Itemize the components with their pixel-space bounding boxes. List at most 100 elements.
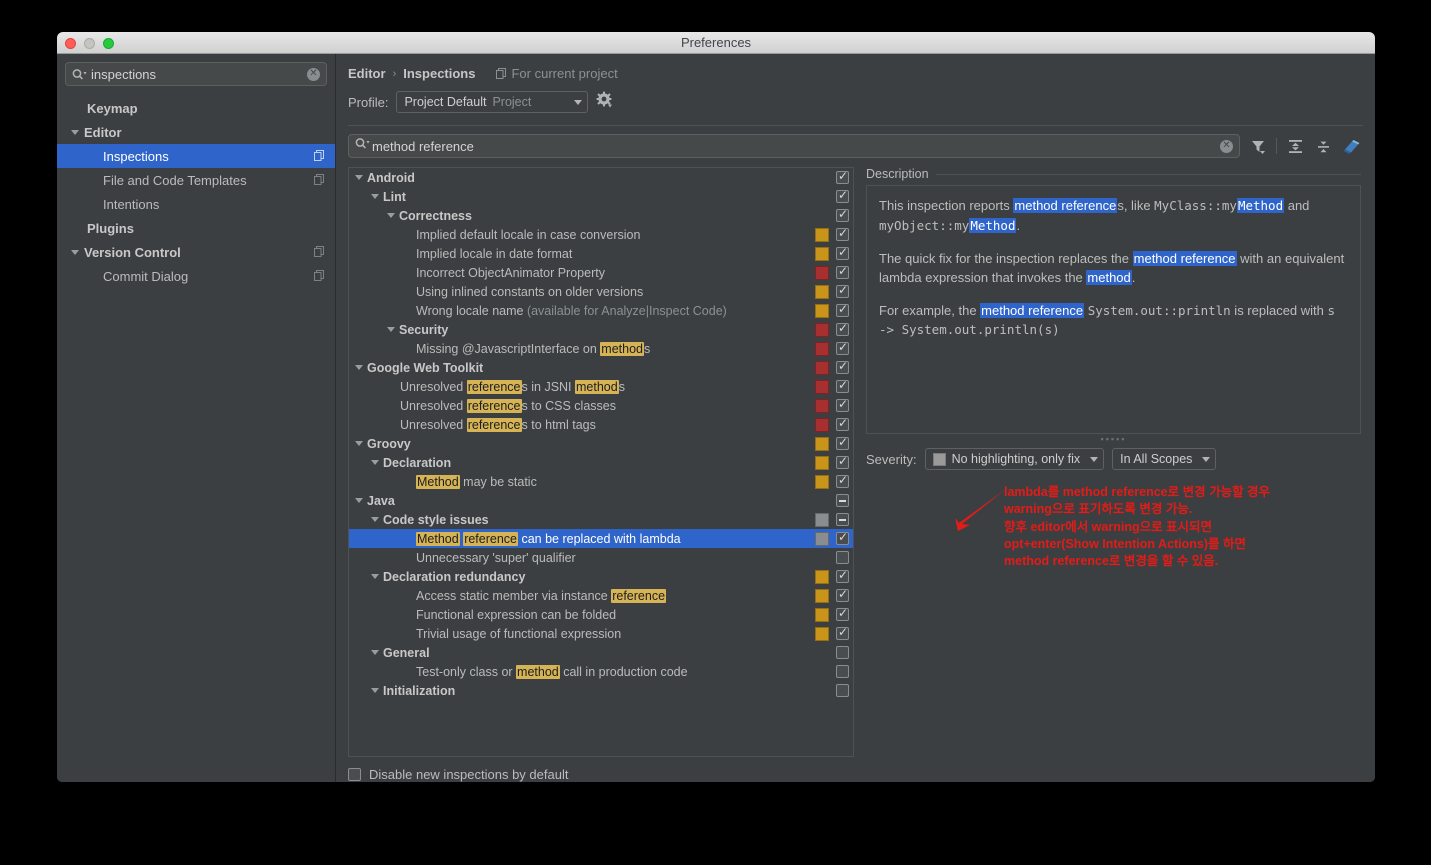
tree-row[interactable]: Functional expression can be folded xyxy=(349,605,853,624)
close-button[interactable] xyxy=(65,38,76,49)
inspection-checkbox[interactable] xyxy=(836,207,849,222)
sidebar-item-commit-dialog[interactable]: Commit Dialog xyxy=(57,264,335,288)
inspection-checkbox[interactable] xyxy=(836,568,849,583)
disable-new-inspections-row[interactable]: Disable new inspections by default xyxy=(336,757,1375,782)
inspection-checkbox[interactable] xyxy=(836,283,849,298)
tree-row[interactable]: Code style issues xyxy=(349,510,853,529)
tree-row[interactable]: Declaration xyxy=(349,453,853,472)
inspection-checkbox[interactable] xyxy=(836,340,849,355)
tree-row[interactable]: Trivial usage of functional expression xyxy=(349,624,853,643)
tree-row[interactable]: Google Web Toolkit xyxy=(349,358,853,377)
chevron-down-icon[interactable] xyxy=(71,249,79,255)
tree-row[interactable]: Method may be static xyxy=(349,472,853,491)
collapse-all-icon[interactable] xyxy=(1313,136,1333,156)
inspection-checkbox[interactable] xyxy=(836,551,849,564)
disable-new-inspections-checkbox[interactable] xyxy=(348,768,361,781)
clear-search-icon[interactable]: ✕ xyxy=(307,67,320,81)
inspection-checkbox[interactable] xyxy=(836,513,849,526)
tree-row[interactable]: Unresolved references to html tags xyxy=(349,415,853,434)
scope-select[interactable]: In All Scopes xyxy=(1112,448,1217,470)
chevron-down-icon[interactable] xyxy=(371,574,379,579)
profile-select[interactable]: Project Default Project xyxy=(396,91,589,113)
inspection-checkbox[interactable] xyxy=(836,473,849,488)
sidebar-item-keymap[interactable]: Keymap xyxy=(57,96,335,120)
inspection-checkbox[interactable] xyxy=(836,188,849,203)
chevron-down-icon[interactable] xyxy=(371,194,379,199)
gear-icon[interactable] xyxy=(596,91,613,113)
tree-row[interactable]: Security xyxy=(349,320,853,339)
chevron-down-icon[interactable] xyxy=(355,365,363,370)
tree-row[interactable]: Implied locale in date format xyxy=(349,244,853,263)
inspection-checkbox[interactable] xyxy=(836,530,849,545)
breadcrumb-parent[interactable]: Editor xyxy=(348,66,386,81)
inspection-checkbox[interactable] xyxy=(836,397,849,412)
sidebar-item-editor[interactable]: Editor xyxy=(57,120,335,144)
sidebar-item-intentions[interactable]: Intentions xyxy=(57,192,335,216)
inspection-checkbox[interactable] xyxy=(836,646,849,659)
chevron-down-icon[interactable] xyxy=(387,213,395,218)
tree-row[interactable]: Initialization xyxy=(349,681,853,700)
tree-row[interactable]: Unresolved references in JSNI methods xyxy=(349,377,853,396)
inspection-checkbox[interactable] xyxy=(836,245,849,260)
chevron-down-icon[interactable] xyxy=(371,650,379,655)
inspection-search-input[interactable] xyxy=(370,137,1220,155)
tree-row[interactable]: Java xyxy=(349,491,853,510)
inspection-search[interactable]: ✕ xyxy=(348,134,1240,158)
inspection-checkbox[interactable] xyxy=(836,435,849,450)
sidebar-search[interactable]: ✕ xyxy=(65,62,327,86)
inspection-checkbox[interactable] xyxy=(836,359,849,374)
chevron-down-icon[interactable] xyxy=(371,688,379,693)
tree-row[interactable]: Wrong locale name (available for Analyze… xyxy=(349,301,853,320)
tree-row[interactable]: Groovy xyxy=(349,434,853,453)
tree-row[interactable]: Unresolved references to CSS classes xyxy=(349,396,853,415)
inspection-checkbox[interactable] xyxy=(836,587,849,602)
severity-select[interactable]: No highlighting, only fix xyxy=(924,448,1105,470)
tree-row[interactable]: Missing @JavascriptInterface on methods xyxy=(349,339,853,358)
tree-row[interactable]: Declaration redundancy xyxy=(349,567,853,586)
maximize-button[interactable] xyxy=(103,38,114,49)
chevron-down-icon[interactable] xyxy=(355,498,363,503)
tree-row[interactable]: Implied default locale in case conversio… xyxy=(349,225,853,244)
inspection-checkbox[interactable] xyxy=(836,264,849,279)
minimize-button[interactable] xyxy=(84,38,95,49)
tree-row[interactable]: Method reference can be replaced with la… xyxy=(349,529,853,548)
sidebar-item-plugins[interactable]: Plugins xyxy=(57,216,335,240)
inspection-checkbox[interactable] xyxy=(836,606,849,621)
chevron-down-icon[interactable] xyxy=(355,175,363,180)
inspection-checkbox[interactable] xyxy=(836,321,849,336)
reset-icon[interactable] xyxy=(1341,136,1361,156)
sidebar-item-version-control[interactable]: Version Control xyxy=(57,240,335,264)
chevron-down-icon[interactable] xyxy=(371,460,379,465)
inspection-checkbox[interactable] xyxy=(836,416,849,431)
sidebar-item-inspections[interactable]: Inspections xyxy=(57,144,335,168)
inspection-checkbox[interactable] xyxy=(836,625,849,640)
inspection-checkbox[interactable] xyxy=(836,665,849,678)
chevron-down-icon[interactable] xyxy=(387,327,395,332)
sidebar-search-input[interactable] xyxy=(89,65,307,83)
tree-row[interactable]: Unnecessary 'super' qualifier xyxy=(349,548,853,567)
expand-all-icon[interactable] xyxy=(1285,136,1305,156)
inspection-checkbox[interactable] xyxy=(836,169,849,184)
chevron-down-icon[interactable] xyxy=(71,129,79,135)
inspection-checkbox[interactable] xyxy=(836,684,849,697)
resize-grip[interactable]: ▪▪▪▪▪ xyxy=(866,434,1361,444)
inspection-checkbox[interactable] xyxy=(836,226,849,241)
inspection-checkbox[interactable] xyxy=(836,454,849,469)
chevron-down-icon[interactable] xyxy=(355,441,363,446)
sidebar-item-file-and-code-templates[interactable]: File and Code Templates xyxy=(57,168,335,192)
filter-icon[interactable] xyxy=(1248,136,1268,156)
tree-row[interactable]: Correctness xyxy=(349,206,853,225)
inspections-tree[interactable]: Android Lint Correctness Implied default lo… xyxy=(348,167,854,757)
tree-row[interactable]: Android xyxy=(349,168,853,187)
tree-row[interactable]: General xyxy=(349,643,853,662)
inspection-checkbox[interactable] xyxy=(836,494,849,507)
tree-row[interactable]: Using inlined constants on older version… xyxy=(349,282,853,301)
inspection-checkbox[interactable] xyxy=(836,302,849,317)
tree-row[interactable]: Incorrect ObjectAnimator Property xyxy=(349,263,853,282)
inspection-checkbox[interactable] xyxy=(836,378,849,393)
clear-search-icon[interactable]: ✕ xyxy=(1220,139,1233,153)
tree-row[interactable]: Lint xyxy=(349,187,853,206)
tree-row[interactable]: Test-only class or method call in produc… xyxy=(349,662,853,681)
tree-row[interactable]: Access static member via instance refere… xyxy=(349,586,853,605)
chevron-down-icon[interactable] xyxy=(371,517,379,522)
